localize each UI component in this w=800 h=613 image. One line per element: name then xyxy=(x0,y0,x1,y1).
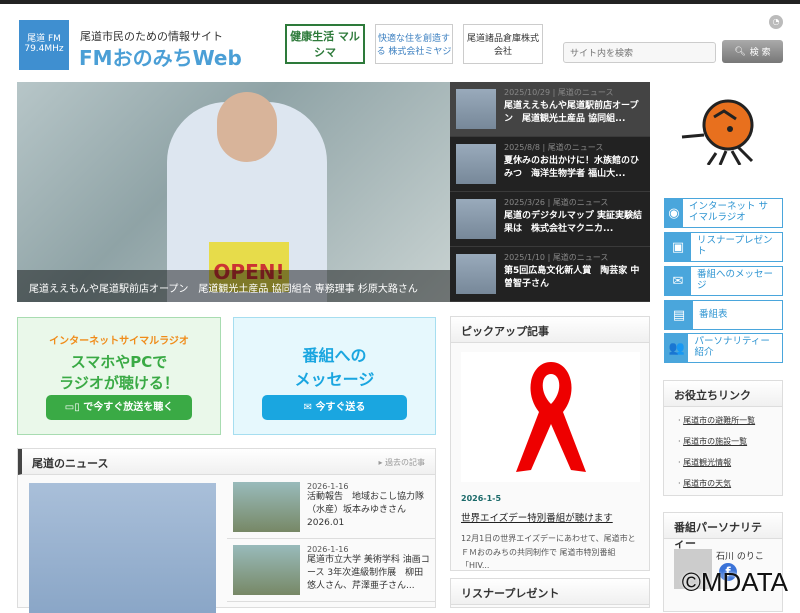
section-heading: 番組パーソナリティー xyxy=(664,513,782,550)
side-button-simul-radio[interactable]: ◉ インターネット サイマルラジオ xyxy=(664,198,783,228)
slider-title: 第5回広島文化新人賞 陶芸家 中曽智子さん xyxy=(504,266,640,290)
side-button-schedule[interactable]: ▤ 番組表 xyxy=(664,300,783,330)
link-facilities[interactable]: 尾道市の施設一覧 xyxy=(683,437,747,446)
section-heading: ピックアップ記事 xyxy=(451,317,649,343)
news-thumbnail xyxy=(233,482,300,532)
slider-thumbnail xyxy=(456,199,496,239)
send-now-button[interactable]: ✉ 今すぐ送る xyxy=(262,395,407,420)
mail-icon: ✉ xyxy=(303,402,316,413)
pickup-description: 12月1日の世界エイズデーにあわせて、尾道市とＦＭおのみちの共同制作で 尾道市特… xyxy=(461,534,636,571)
slider-item[interactable]: 2025/8/8 | 尾道のニュース夏休みのお出かけに！水族館のひみつ 海洋生物… xyxy=(450,137,650,192)
site-logo[interactable]: 尾道 FM 79.4MHz xyxy=(19,20,69,70)
sponsor-miyaji[interactable]: 快適な住を創造する 株式会社ミヤジ xyxy=(375,24,453,64)
slider-meta: 2025/1/10 | 尾道のニュース xyxy=(504,253,609,262)
watermark: ©MDATA xyxy=(681,567,788,597)
news-title: 活動報告 地域おこし協力隊（水産）坂本みゆきさん 2026.01 xyxy=(307,492,425,529)
slider-meta: 2025/10/29 | 尾道のニュース xyxy=(504,88,614,97)
side-button-listener-present[interactable]: ▣ リスナープレゼント xyxy=(664,232,783,262)
red-ribbon-image[interactable] xyxy=(461,352,640,482)
hero-person-head xyxy=(217,92,277,162)
devices-icon: ▭▯ xyxy=(64,402,84,413)
banner-main-line: ラジオが聴ける！ xyxy=(59,374,179,392)
news-title: 尾道市立大学 美術学科 油画コース 3年次進級制作展 柳田悠人さん、芹澤亜子さん… xyxy=(307,555,430,592)
listen-now-button[interactable]: ▭▯ で今すぐ放送を聴く xyxy=(46,395,192,420)
search-input[interactable] xyxy=(563,42,716,63)
news-item[interactable]: 2026-1-16 尾道市立大学 美術学科 油画コース 3年次進級制作展 柳田悠人… xyxy=(227,539,436,602)
listener-present-section: リスナープレゼント xyxy=(450,578,650,608)
side-button-label: 番組へのメッセージ xyxy=(696,269,773,291)
sponsor-onomichi-warehouse[interactable]: 尾道諸品倉庫株式会社 xyxy=(463,24,543,64)
section-heading: お役立ちリンク xyxy=(664,381,782,407)
gift-icon: ▣ xyxy=(665,233,692,261)
banner-main-line: 番組への xyxy=(302,346,367,365)
listen-now-label: で今すぐ放送を聴く xyxy=(83,402,174,413)
news-date: 2026-1-16 xyxy=(307,545,349,554)
past-articles-link[interactable]: ▸ 過去の記事 xyxy=(378,457,425,468)
site-title[interactable]: FMおのみちWeb xyxy=(79,42,242,71)
top-bar xyxy=(0,0,800,4)
search-icon: 🔍︎ xyxy=(734,46,746,57)
slider-thumbnail xyxy=(456,144,496,184)
mascot-character xyxy=(681,99,754,165)
slider-item[interactable]: 2025/3/26 | 尾道のニュース尾道のデジタルマップ 実証実験結果は 株式… xyxy=(450,192,650,247)
simul-radio-banner[interactable]: インターネットサイマルラジオ スマホやPCで ラジオが聴ける！ ▭▯ で今すぐ放… xyxy=(17,317,221,435)
slider-thumbnail xyxy=(456,89,496,129)
slider-meta: 2025/8/8 | 尾道のニュース xyxy=(504,143,604,152)
hero-image[interactable]: OPEN! 尾道ええもんや尾道駅前店オープン 尾道観光土産品 協同組合 専務理事… xyxy=(17,82,450,302)
news-section: 尾道のニュース ▸ 過去の記事 2026-1-16 活動報告 地域おこし協力隊（水産… xyxy=(17,448,436,613)
hero-caption: 尾道ええもんや尾道駅前店オープン 尾道観光土産品 協同組合 専務理事 杉原大路さ… xyxy=(17,270,450,302)
personality-name[interactable]: 石川 のりこ xyxy=(716,549,764,562)
document-icon: ▤ xyxy=(665,301,693,329)
side-button-label: パーソナリティー 紹介 xyxy=(694,336,770,358)
pickup-section: ピックアップ記事 2026-1-5 世界エイズデー特別番組が聴けます 12月1日… xyxy=(450,316,650,571)
slider-meta: 2025/3/26 | 尾道のニュース xyxy=(504,198,609,207)
news-featured-image[interactable] xyxy=(29,483,216,613)
side-button-personality[interactable]: 👥 パーソナリティー 紹介 xyxy=(664,333,783,363)
slider-title: 尾道ええもんや尾道駅前店オープン 尾道観光土産品 協同組... xyxy=(504,101,639,125)
side-button-message[interactable]: ✉ 番組へのメッセージ xyxy=(664,266,783,296)
search-button-label: 検 索 xyxy=(749,48,771,58)
mail-icon: ✉ xyxy=(665,267,691,295)
pickup-date: 2026-1-5 xyxy=(461,494,502,503)
section-heading: リスナープレゼント xyxy=(451,579,649,605)
slider-title: 夏休みのお出かけに！水族館のひみつ 海洋生物学者 福山大... xyxy=(504,156,640,180)
message-banner[interactable]: 番組への メッセージ ✉ 今すぐ送る xyxy=(233,317,436,435)
people-icon: 👥 xyxy=(665,334,689,362)
useful-links-section: お役立ちリンク · 尾道市の避難所一覧 · 尾道市の施設一覧 · 尾道観光情報 … xyxy=(663,380,783,496)
slider-item[interactable]: 2025/10/29 | 尾道のニュース尾道ええもんや尾道駅前店オープン 尾道観… xyxy=(450,82,650,137)
link-tourism[interactable]: 尾道観光情報 xyxy=(683,458,731,467)
search-button[interactable]: 🔍︎ 検 索 xyxy=(722,40,783,63)
send-now-label: 今すぐ送る xyxy=(315,402,366,413)
news-date: 2026-1-16 xyxy=(307,482,349,491)
banner-subtitle: インターネットサイマルラジオ xyxy=(49,336,189,347)
link-weather[interactable]: 尾道市の天気 xyxy=(683,479,731,488)
side-button-label: インターネット サイマルラジオ xyxy=(688,201,768,223)
slider-item[interactable]: 2025/1/10 | 尾道のニュース第5回広島文化新人賞 陶芸家 中曽智子さん xyxy=(450,247,650,302)
banner-main-line: メッセージ xyxy=(294,370,375,389)
news-slider: 2025/10/29 | 尾道のニュース尾道ええもんや尾道駅前店オープン 尾道観… xyxy=(450,82,650,302)
rss-icon[interactable]: ◔ xyxy=(769,15,783,29)
link-evacuation-sites[interactable]: 尾道市の避難所一覧 xyxy=(683,416,755,425)
news-thumbnail xyxy=(233,545,300,595)
side-button-label: 番組表 xyxy=(699,308,728,320)
sponsor-marushima[interactable]: 健康生活 マルシマ xyxy=(285,24,365,64)
antenna-icon: ◉ xyxy=(665,199,683,227)
banner-main-line: スマホやPCで xyxy=(70,353,168,371)
section-heading: 尾道のニュース xyxy=(32,457,109,470)
pickup-title-link[interactable]: 世界エイズデー特別番組が聴けます xyxy=(461,510,613,524)
slider-title: 尾道のデジタルマップ 実証実験結果は 株式会社マクニカ... xyxy=(504,211,642,235)
slider-thumbnail xyxy=(456,254,496,294)
side-button-label: リスナープレゼント xyxy=(697,235,773,257)
news-item[interactable]: 2026-1-16 活動報告 地域おこし協力隊（水産）坂本みゆきさん 2026.0… xyxy=(227,476,436,539)
